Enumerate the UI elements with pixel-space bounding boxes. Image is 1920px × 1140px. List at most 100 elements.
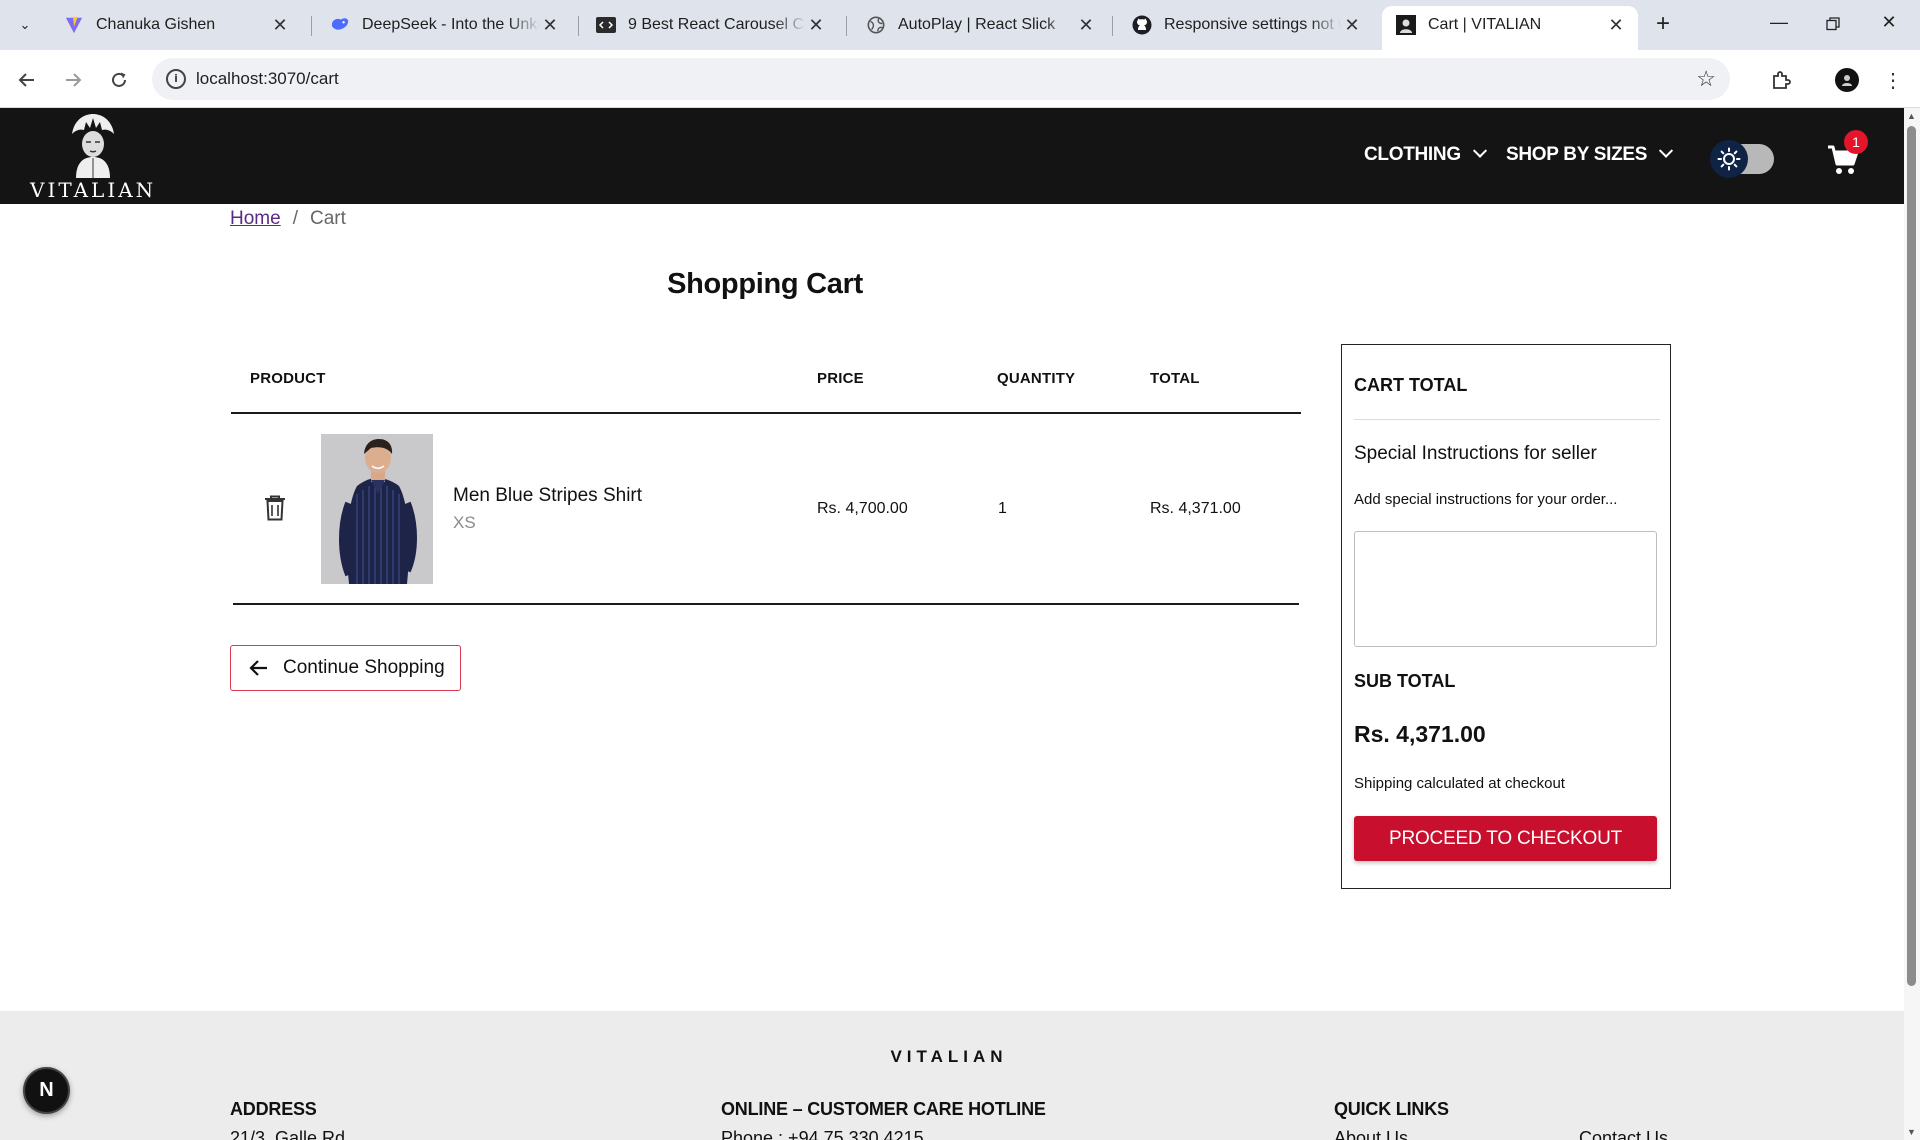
special-instructions-label: Special Instructions for seller <box>1354 443 1597 464</box>
site-header: VITALIAN CLOTHING SHOP BY SIZES 1 <box>0 108 1904 204</box>
product-total: Rs. 4,371.00 <box>1150 500 1241 517</box>
close-tab-icon[interactable]: ✕ <box>1076 15 1096 36</box>
theme-toggle[interactable] <box>1710 140 1774 178</box>
tab-chanuka-gishen[interactable]: Chanuka Gishen ✕ <box>50 6 302 44</box>
nav-shop-by-sizes[interactable]: SHOP BY SIZES <box>1506 143 1674 166</box>
reload-icon[interactable] <box>104 65 134 95</box>
close-tab-icon[interactable]: ✕ <box>270 15 290 36</box>
tab-title: Chanuka Gishen <box>96 16 216 33</box>
tab-github-issue[interactable]: Responsive settings not working ✕ <box>1118 6 1374 44</box>
forward-icon[interactable] <box>58 65 88 95</box>
column-header-price: PRICE <box>817 370 864 387</box>
trash-icon <box>265 495 285 521</box>
page-title: Shopping Cart <box>667 268 863 300</box>
tab-react-slick[interactable]: AutoPlay | React Slick ✕ <box>852 6 1108 44</box>
special-instructions-textarea[interactable] <box>1354 531 1657 647</box>
footer-link-about[interactable]: About Us <box>1334 1128 1408 1140</box>
shipping-note: Shipping calculated at checkout <box>1354 775 1565 792</box>
breadcrumb-separator: / <box>292 208 298 229</box>
page-viewport: VITALIAN CLOTHING SHOP BY SIZES 1 Home /… <box>0 108 1920 1140</box>
product-name[interactable]: Men Blue Stripes Shirt <box>453 485 642 507</box>
footer-brand: VITALIAN <box>890 1047 1008 1066</box>
site-footer: VITALIAN ADDRESS 21/3, Galle Rd, ONLINE … <box>0 1011 1904 1140</box>
breadcrumb-home-link[interactable]: Home <box>230 208 281 230</box>
restore-icon[interactable] <box>1810 12 1856 38</box>
profile-avatar[interactable] <box>1832 65 1862 95</box>
tab-title: AutoPlay | React Slick <box>898 16 1056 33</box>
site-logo[interactable]: VITALIAN <box>30 112 155 202</box>
scroll-down-icon[interactable]: ▼ <box>1907 1127 1916 1137</box>
globe-icon <box>866 15 886 35</box>
tab-title: Responsive settings not working <box>1164 16 1342 33</box>
new-tab-button[interactable]: + <box>1650 12 1676 38</box>
proceed-to-checkout-button[interactable]: PROCEED TO CHECKOUT <box>1354 816 1657 861</box>
product-image[interactable] <box>321 434 433 584</box>
breadcrumb-current: Cart <box>309 208 346 229</box>
scroll-up-icon[interactable]: ▲ <box>1907 111 1916 121</box>
product-size: XS <box>453 513 476 532</box>
scrollbar-thumb[interactable] <box>1907 126 1916 986</box>
subtotal-label: SUB TOTAL <box>1354 671 1456 691</box>
sun-icon <box>1710 140 1748 178</box>
subtotal-amount: Rs. 4,371.00 <box>1354 721 1486 747</box>
minimize-icon[interactable]: — <box>1756 12 1802 38</box>
tab-deepseek[interactable]: DeepSeek - Into the Unknown ✕ <box>316 6 572 44</box>
column-header-total: TOTAL <box>1150 370 1200 387</box>
close-tab-icon[interactable]: ✕ <box>806 15 826 36</box>
footer-address-line: 21/3, Galle Rd, <box>230 1128 351 1140</box>
footer-quick-links-heading: QUICK LINKS <box>1334 1099 1449 1119</box>
extensions-icon[interactable] <box>1766 65 1796 95</box>
logo-emblem-icon <box>72 114 114 178</box>
tab-react-carousel[interactable]: 9 Best React Carousel Components ✕ <box>582 6 838 44</box>
close-tab-icon[interactable]: ✕ <box>1342 15 1362 36</box>
product-price: Rs. 4,700.00 <box>817 500 908 517</box>
product-quantity: 1 <box>998 500 1007 517</box>
site-info-icon[interactable]: i <box>166 69 186 89</box>
footer-hotline-heading: ONLINE – CUSTOMER CARE HOTLINE <box>721 1099 1046 1119</box>
back-icon[interactable] <box>12 65 42 95</box>
cart-count-badge: 1 <box>1844 130 1868 154</box>
vite-icon <box>64 15 84 35</box>
chevron-down-icon <box>1472 143 1487 158</box>
tab-title: DeepSeek - Into the Unknown <box>362 16 540 33</box>
footer-address-heading: ADDRESS <box>230 1099 317 1119</box>
page-scrollbar[interactable]: ▲ ▼ <box>1904 108 1920 1140</box>
footer-hotline-phone: Phone : +94 75 330 4215 <box>721 1128 924 1140</box>
nav-clothing[interactable]: CLOTHING <box>1364 143 1487 166</box>
code-icon <box>596 15 616 35</box>
close-tab-icon[interactable]: ✕ <box>540 15 560 36</box>
tab-title: Cart | VITALIAN <box>1428 16 1542 33</box>
browser-menu-icon[interactable]: ⋮ <box>1878 65 1908 95</box>
bookmark-star-icon[interactable]: ☆ <box>1696 66 1716 92</box>
deepseek-icon <box>330 15 350 35</box>
browser-toolbar: i localhost:3070/cart ☆ ⋮ <box>0 50 1920 108</box>
footer-link-contact[interactable]: Contact Us <box>1579 1128 1668 1140</box>
breadcrumb: Home / Cart <box>230 208 346 230</box>
tab-cart-vitalian[interactable]: Cart | VITALIAN ✕ <box>1382 6 1638 50</box>
chevron-down-icon <box>1659 143 1674 158</box>
tab-search-icon[interactable]: ⌄ <box>12 13 38 37</box>
vitalian-icon <box>1396 15 1416 35</box>
continue-shopping-label: Continue Shopping <box>283 657 445 678</box>
close-tab-icon[interactable]: ✕ <box>1606 15 1626 36</box>
logo-wordmark: VITALIAN <box>30 178 157 202</box>
profile-icon <box>1835 68 1859 92</box>
table-row-divider <box>233 603 1299 605</box>
github-icon <box>1132 15 1152 35</box>
url-text[interactable]: localhost:3070/cart <box>196 69 339 89</box>
address-bar[interactable]: i localhost:3070/cart ☆ <box>152 58 1730 100</box>
column-header-product: PRODUCT <box>250 370 326 387</box>
column-header-quantity: QUANTITY <box>997 370 1076 387</box>
table-header-divider <box>231 412 1301 414</box>
close-window-icon[interactable]: ✕ <box>1866 12 1912 38</box>
cart-total-heading: CART TOTAL <box>1354 375 1468 395</box>
tab-strip: ⌄ Chanuka Gishen ✕ DeepSeek - Into the U… <box>0 0 1920 50</box>
arrow-left-icon <box>249 660 267 676</box>
divider <box>1354 419 1660 420</box>
nextjs-dev-badge[interactable]: N <box>23 1067 70 1114</box>
continue-shopping-button[interactable]: Continue Shopping <box>230 645 461 691</box>
delete-item-button[interactable] <box>264 495 286 521</box>
tab-title: 9 Best React Carousel Components <box>628 16 806 33</box>
nav-clothing-label: CLOTHING <box>1364 144 1461 165</box>
nav-shop-by-sizes-label: SHOP BY SIZES <box>1506 144 1648 165</box>
